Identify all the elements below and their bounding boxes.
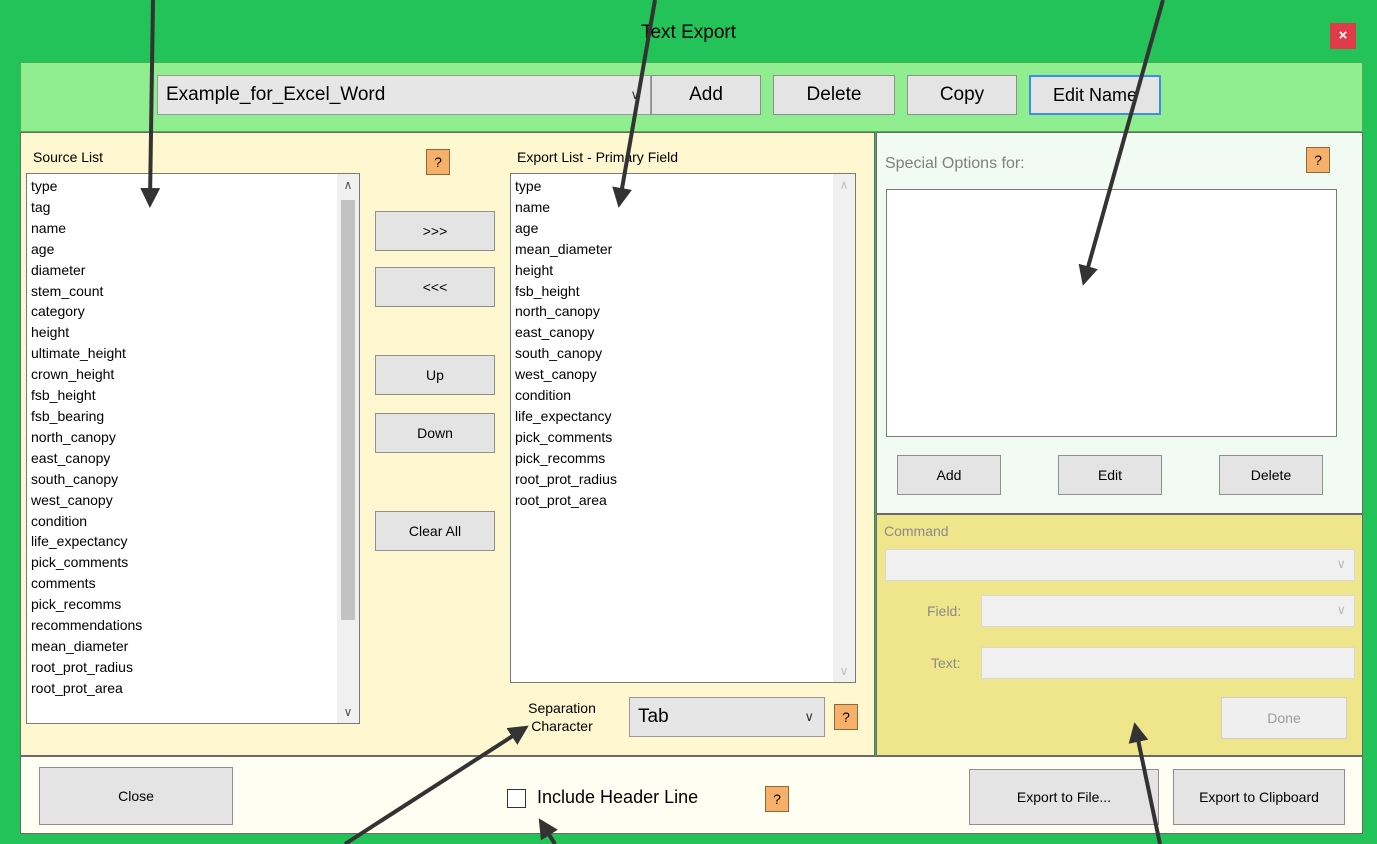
annotation-arrow [1078,0,1165,286]
annotation-arrow [343,725,529,844]
annotation-arrow [538,818,558,844]
annotation-arrow [612,0,657,208]
annotation-arrow [140,0,161,208]
text-export-window: Text Export × Example_for_Excel_Word ∨ A… [0,0,1377,844]
annotation-arrows [140,0,1165,844]
annotation-arrow [1128,722,1162,844]
